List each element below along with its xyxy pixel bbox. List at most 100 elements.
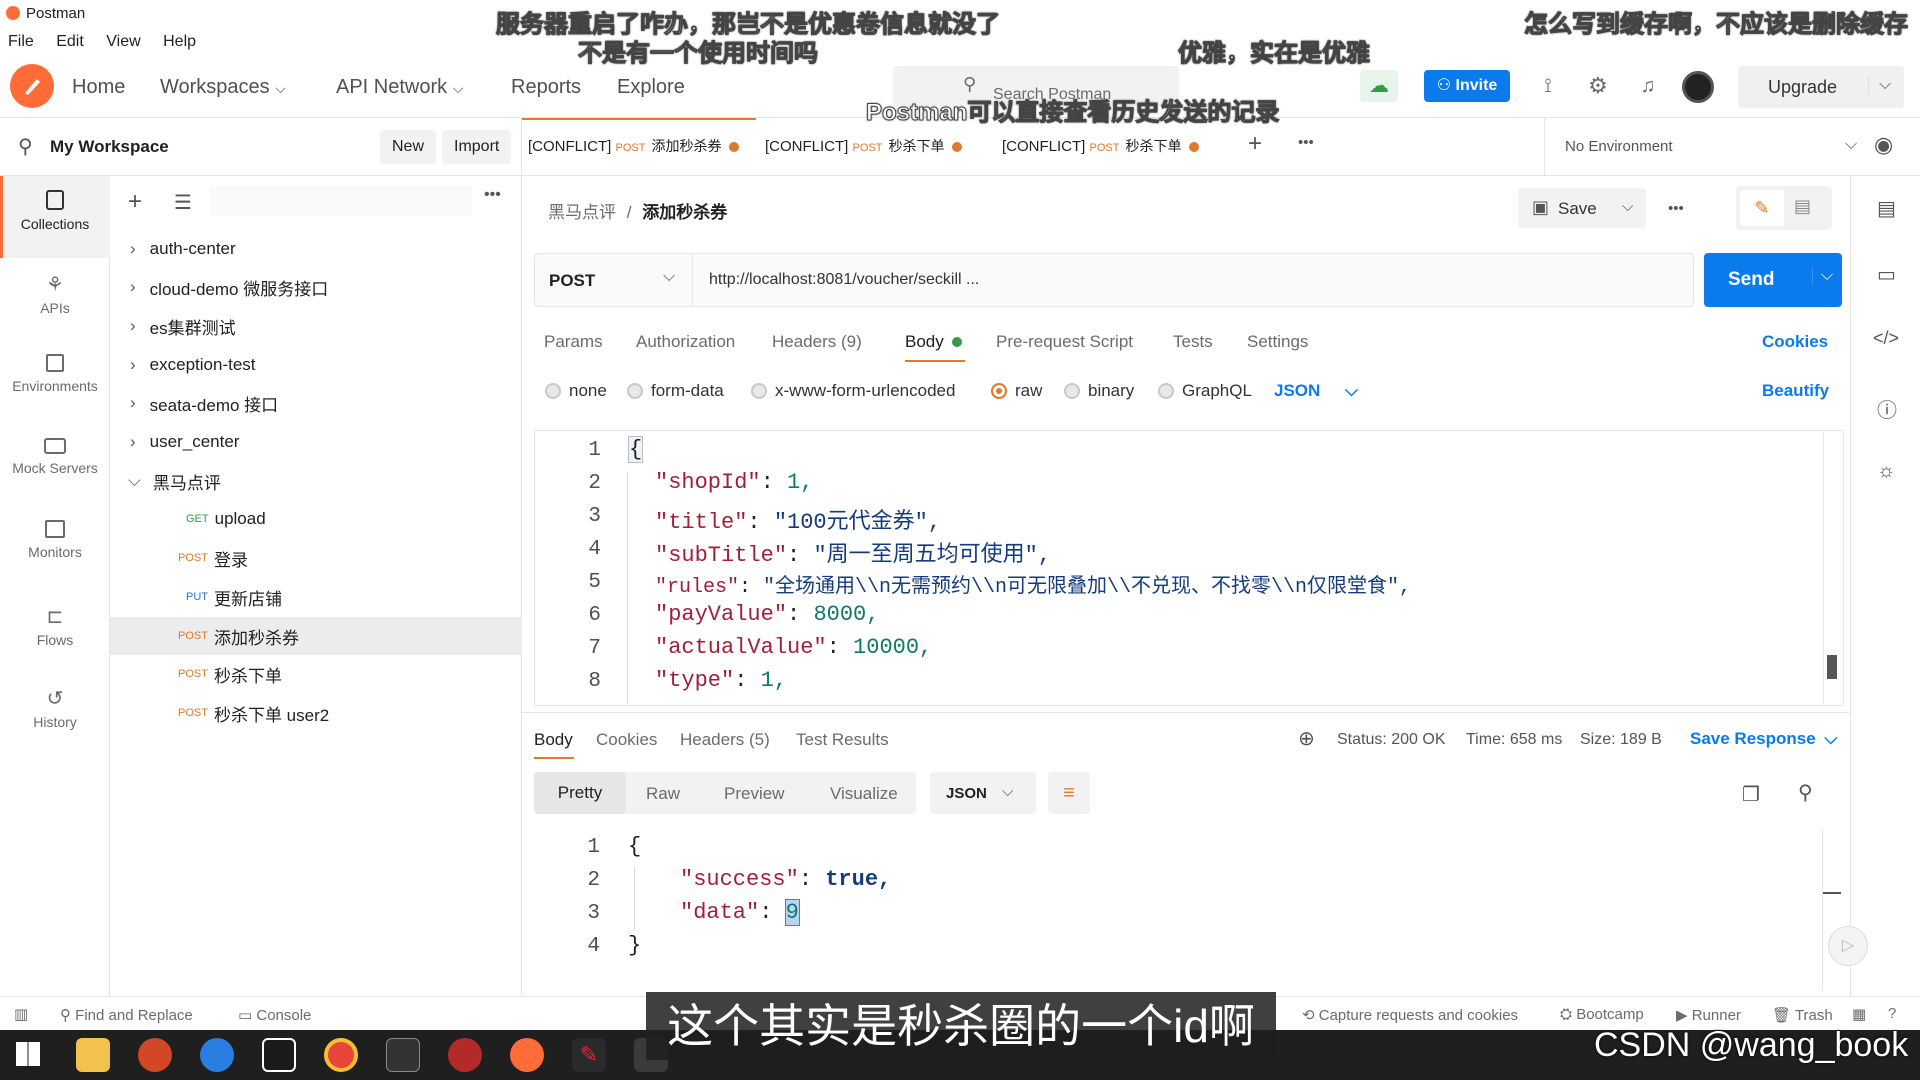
response-tab-headers[interactable]: Headers (5) (680, 730, 770, 750)
time-text[interactable]: Time: 658 ms (1466, 731, 1562, 749)
invite-button[interactable]: ⚇ Invite (1424, 70, 1510, 102)
add-collection-icon[interactable]: + (128, 188, 142, 216)
runner-button[interactable]: ▶ Runner (1676, 1006, 1741, 1024)
sync-status-icon[interactable]: ☁ (1360, 70, 1398, 102)
tree-folder-es[interactable]: › es集群测试 (110, 307, 522, 345)
tree-request-seckill-order-user2[interactable]: POST 秒杀下单 user2 (110, 694, 522, 732)
scrollbar-thumb[interactable] (1827, 655, 1837, 679)
response-tab-body[interactable]: Body (534, 730, 573, 750)
view-preview[interactable]: Preview (724, 784, 784, 804)
pen-icon[interactable]: ✎ (572, 1038, 606, 1072)
code-icon[interactable]: </> (1873, 328, 1899, 349)
tab-pre-request-script[interactable]: Pre-request Script (996, 332, 1133, 352)
new-button[interactable]: New (380, 130, 437, 164)
send-button[interactable]: Send ⌵ (1704, 253, 1842, 307)
radio-graphql[interactable]: GraphQL (1158, 381, 1252, 401)
avatar[interactable] (1682, 71, 1714, 103)
edit-mode-toggle[interactable]: ✎ ▤ (1736, 186, 1832, 230)
method-select[interactable]: POST ⌵ (535, 254, 693, 306)
terminal-icon[interactable] (386, 1038, 420, 1072)
console-button[interactable]: ▭ Console (238, 1006, 311, 1024)
tree-request-login[interactable]: POST 登录 (110, 539, 522, 577)
tree-request-update-shop[interactable]: PUT 更新店铺 (110, 578, 522, 616)
tab-headers[interactable]: Headers (9) (772, 332, 862, 352)
globe-icon[interactable]: ⊕ (1298, 726, 1315, 751)
tree-folder-heima[interactable]: ⌵ 黑马点评 (110, 462, 522, 500)
view-pretty[interactable]: Pretty (534, 772, 626, 814)
view-visualize[interactable]: Visualize (830, 784, 898, 804)
chevron-down-icon[interactable]: ⌵ (1812, 267, 1833, 285)
response-tab-test-results[interactable]: Test Results (796, 730, 889, 750)
tree-folder-exception-test[interactable]: › exception-test (110, 346, 522, 384)
menu-file[interactable]: File (8, 33, 34, 50)
editor-scrollbar[interactable] (1823, 431, 1841, 705)
tab-tests[interactable]: Tests (1173, 332, 1213, 352)
nav-reports[interactable]: Reports (511, 76, 581, 99)
menu-help[interactable]: Help (163, 33, 196, 50)
bell-icon[interactable]: ♫ (1636, 74, 1660, 98)
postman-taskbar-icon[interactable] (510, 1038, 544, 1072)
request-body-editor[interactable]: 1 2 3 4 5 6 7 8 { "shopId": 1, "title": … (534, 430, 1844, 706)
rail-item-apis[interactable]: ⚘ APIs (0, 272, 110, 316)
response-tab-cookies[interactable]: Cookies (596, 730, 657, 750)
body-format-select[interactable]: JSON ⌵ (1274, 381, 1358, 401)
rail-item-mock-servers[interactable]: Mock Servers (0, 438, 110, 476)
lightbulb-icon[interactable]: ☼ (1877, 460, 1895, 483)
view-raw[interactable]: Raw (646, 784, 680, 804)
rail-item-history[interactable]: ↺ History (0, 686, 110, 730)
sidebar-toggle-icon[interactable]: ▥ (14, 1005, 28, 1023)
menu-edit[interactable]: Edit (56, 33, 84, 50)
more-options-icon[interactable]: ••• (1668, 200, 1684, 217)
find-replace-button[interactable]: ⚲ Find and Replace (60, 1006, 193, 1024)
menu-view[interactable]: View (106, 33, 140, 50)
documentation-icon[interactable]: ▤ (1877, 196, 1896, 221)
copy-icon[interactable]: ❐ (1742, 782, 1760, 807)
response-scrollbar[interactable] (1822, 830, 1841, 990)
response-body-viewer[interactable]: 1 2 3 4 { "success": true, "data": 9 } ▷ (534, 830, 1868, 990)
chevron-down-icon[interactable]: ⌵ (1622, 198, 1633, 215)
more-tabs-icon[interactable]: ••• (1298, 134, 1314, 151)
file-explorer-icon[interactable] (76, 1038, 110, 1072)
satellite-icon[interactable]: ⟟ (1536, 74, 1560, 98)
rail-item-collections[interactable]: Collections (0, 190, 110, 232)
nav-home[interactable]: Home (72, 76, 125, 99)
save-button[interactable]: ▣ Save ⌵ (1518, 188, 1646, 228)
tab-params[interactable]: Params (544, 332, 603, 352)
workspace-name[interactable]: My Workspace (50, 137, 169, 157)
tab-body[interactable]: Body (905, 332, 963, 352)
chevron-down-icon[interactable]: ⌵ (1868, 76, 1891, 94)
intellij-icon[interactable] (262, 1038, 296, 1072)
status-text[interactable]: Status: 200 OK (1337, 731, 1446, 749)
trash-button[interactable]: 🗑 Trash (1772, 1006, 1833, 1024)
play-icon[interactable]: ▷ (1828, 926, 1868, 966)
upgrade-button[interactable]: Upgrade ⌵ (1738, 66, 1904, 108)
bootcamp-button[interactable]: ⛭ Bootcamp (1560, 1006, 1644, 1023)
search-icon[interactable]: ⚲ (1798, 780, 1813, 805)
nav-workspaces[interactable]: Workspaces ⌵ (160, 76, 286, 99)
browser-icon[interactable] (200, 1038, 234, 1072)
tree-folder-auth-center[interactable]: › auth-center (110, 230, 522, 268)
radio-binary[interactable]: binary (1064, 381, 1134, 401)
tab-authorization[interactable]: Authorization (636, 332, 735, 352)
import-button[interactable]: Import (442, 130, 512, 164)
save-response-button[interactable]: Save Response ⌵ (1690, 729, 1837, 749)
postman-home-logo-icon[interactable] (10, 64, 54, 108)
capture-button[interactable]: ⟲ Capture requests and cookies (1302, 1006, 1518, 1024)
response-format-select[interactable]: JSON ⌵ (930, 772, 1036, 814)
tab-add-seckill[interactable]: [CONFLICT] POST 添加秒杀券 (528, 136, 740, 156)
cookies-link[interactable]: Cookies (1762, 332, 1828, 352)
help-icon[interactable]: ? (1888, 1005, 1896, 1022)
beautify-button[interactable]: Beautify (1762, 381, 1829, 401)
tree-folder-seata-demo[interactable]: › seata-demo 接口 (110, 384, 522, 422)
url-input[interactable]: http://localhost:8081/voucher/seckill ..… (709, 271, 979, 289)
new-tab-icon[interactable]: + (1248, 130, 1262, 158)
collections-search-input[interactable] (210, 186, 472, 216)
radio-urlencoded[interactable]: x-www-form-urlencoded (751, 381, 955, 401)
gear-icon[interactable]: ⚙ (1586, 73, 1610, 98)
powerpoint-icon[interactable] (138, 1038, 172, 1072)
tree-folder-cloud-demo[interactable]: › cloud-demo 微服务接口 (110, 268, 522, 306)
breadcrumb-collection[interactable]: 黑马点评 (548, 203, 616, 222)
redis-icon[interactable] (448, 1038, 482, 1072)
more-options-icon[interactable]: ••• (484, 186, 501, 204)
eye-icon[interactable]: ◉ (1874, 132, 1893, 158)
